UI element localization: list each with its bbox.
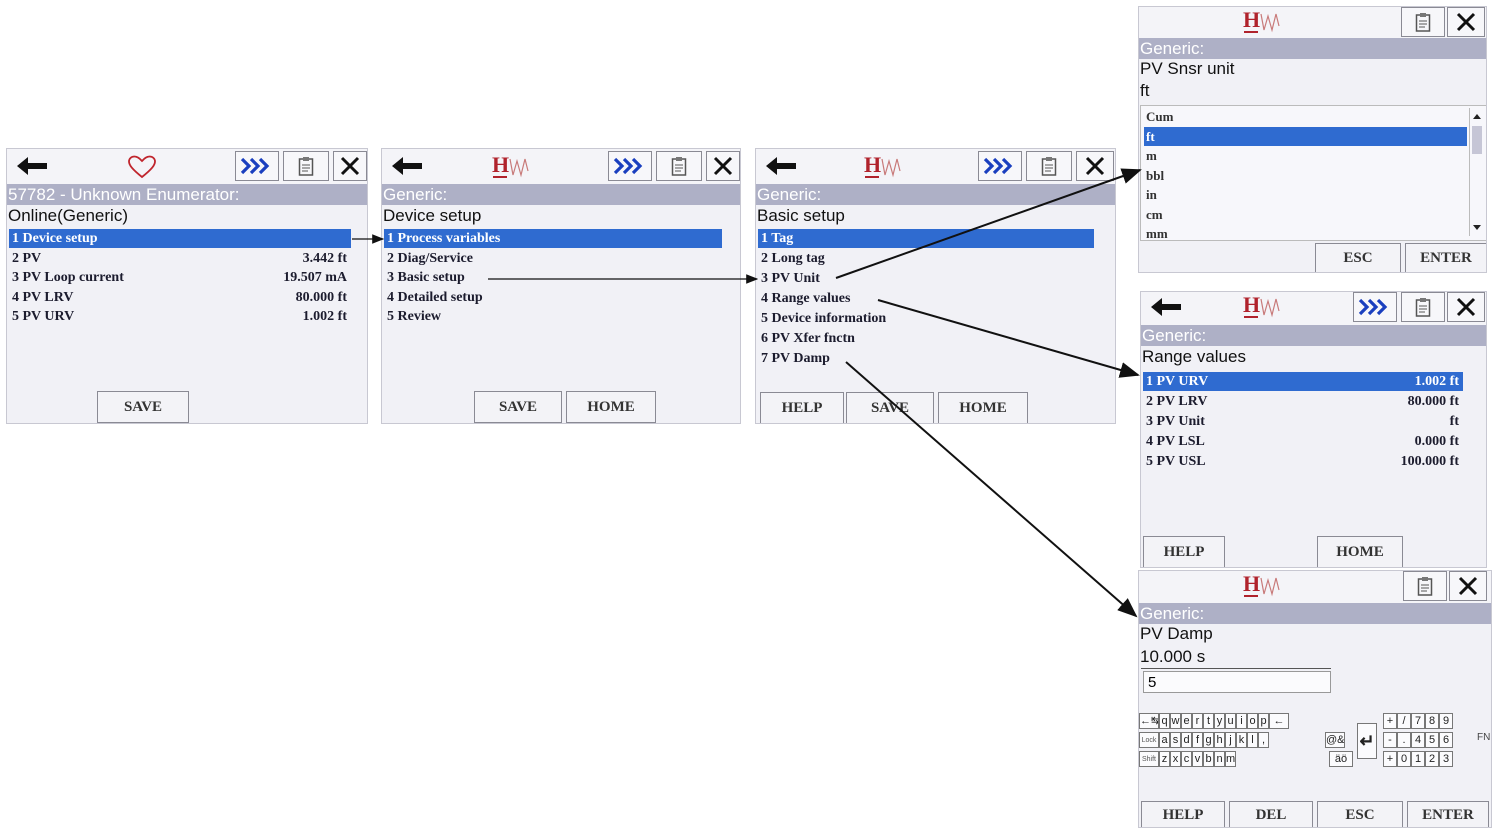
navigation-arrows (352, 168, 1142, 618)
arrow-range-values (877, 299, 1140, 378)
arrow-pv-damp (845, 361, 1138, 618)
arrow-pv-unit (835, 168, 1142, 279)
